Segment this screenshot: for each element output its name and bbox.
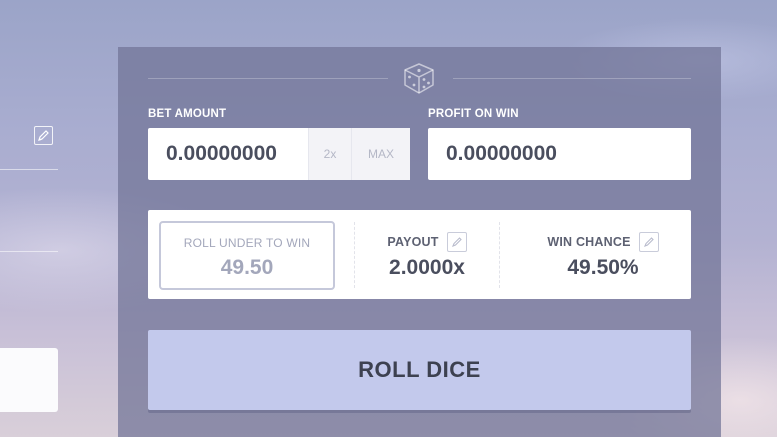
profit-on-win-group bbox=[428, 128, 691, 180]
payout-stat: PAYOUT 2.0000x bbox=[364, 232, 490, 280]
roll-stats-box: ROLL UNDER TO WIN 49.50 PAYOUT 2.0000x W… bbox=[148, 210, 691, 299]
max-bet-button[interactable]: MAX bbox=[351, 128, 410, 180]
bet-amount-group: 2x MAX bbox=[148, 128, 410, 180]
divider-line-right bbox=[453, 78, 691, 79]
roll-under-label: ROLL UNDER TO WIN bbox=[183, 236, 311, 250]
win-chance-label: WIN CHANCE bbox=[547, 235, 631, 249]
pencil-icon[interactable] bbox=[34, 126, 53, 145]
divider bbox=[499, 222, 500, 288]
divider-line-left bbox=[148, 78, 388, 79]
left-side-panel bbox=[0, 110, 58, 437]
roll-under-toggle[interactable]: ROLL UNDER TO WIN 49.50 bbox=[159, 221, 335, 290]
header-divider bbox=[148, 61, 691, 97]
win-chance-value: 49.50% bbox=[567, 256, 639, 279]
payout-label: PAYOUT bbox=[387, 235, 439, 249]
dice-game-panel: BET AMOUNT PROFIT ON WIN 2x MAX ROLL UND… bbox=[118, 47, 721, 437]
dice-icon bbox=[404, 63, 434, 94]
roll-dice-button[interactable]: ROLL DICE bbox=[148, 330, 691, 410]
divider bbox=[354, 222, 355, 288]
payout-value: 2.0000x bbox=[389, 256, 465, 279]
bet-amount-label: BET AMOUNT bbox=[148, 108, 227, 120]
bet-amount-input[interactable] bbox=[148, 128, 308, 180]
profit-on-win-input[interactable] bbox=[428, 128, 691, 180]
roll-under-value: 49.50 bbox=[220, 256, 274, 279]
divider bbox=[0, 251, 58, 252]
divider bbox=[0, 169, 58, 170]
double-bet-button[interactable]: 2x bbox=[308, 128, 351, 180]
pencil-icon[interactable] bbox=[446, 232, 467, 252]
profit-on-win-label: PROFIT ON WIN bbox=[428, 108, 519, 120]
win-chance-stat: WIN CHANCE 49.50% bbox=[528, 232, 678, 280]
left-input-box[interactable] bbox=[0, 348, 58, 412]
pencil-icon[interactable] bbox=[638, 232, 659, 252]
